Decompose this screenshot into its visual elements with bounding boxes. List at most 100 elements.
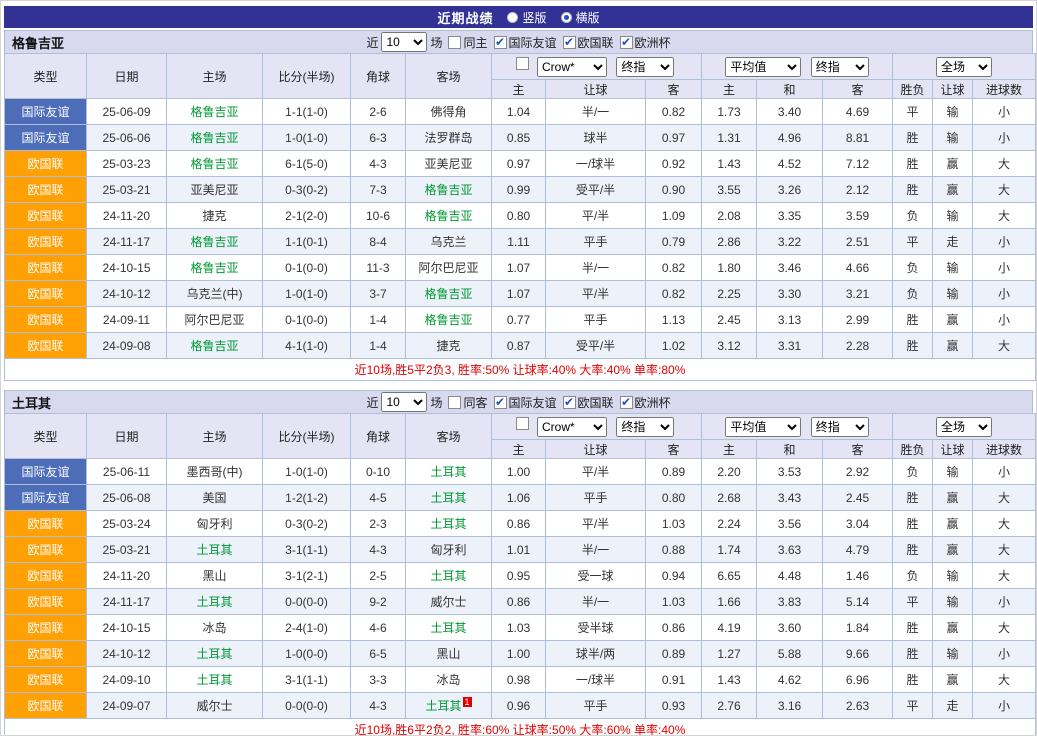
- final-europe-select[interactable]: 终指: [811, 57, 869, 77]
- checkbox-icon[interactable]: [563, 36, 576, 49]
- result-group: 全场: [893, 54, 1036, 80]
- summary-row: 近10场,胜6平2负2, 胜率:60% 让球率:50% 大率:60% 单率:40…: [5, 719, 1036, 736]
- handicap-line: 球半/两: [546, 641, 646, 667]
- goals-result: 小: [973, 255, 1036, 281]
- score: 4-1(1-0): [263, 333, 351, 359]
- handicap-result: 走: [933, 693, 973, 719]
- highlighted-team: 土耳其: [430, 569, 466, 583]
- handicap-away-odds: 0.89: [646, 459, 702, 485]
- goals-result: 大: [973, 177, 1036, 203]
- highlighted-team: 土耳其: [425, 699, 461, 713]
- match-count-select[interactable]: 10: [381, 392, 427, 412]
- checkbox-icon[interactable]: [494, 396, 507, 409]
- match-result: 胜: [893, 511, 933, 537]
- odds-column-checkbox[interactable]: [516, 417, 529, 430]
- radio-icon[interactable]: [507, 12, 518, 23]
- euro-away-odds: 3.59: [823, 203, 893, 229]
- col-home: 主场: [167, 54, 263, 99]
- score: 3-1(2-1): [263, 563, 351, 589]
- match-scope-select[interactable]: 全场: [936, 417, 992, 437]
- filter-same-venue[interactable]: 同客: [448, 394, 487, 411]
- match-row: 欧国联24-11-20捷克2-1(2-0)10-6格鲁吉亚0.80平/半1.09…: [5, 203, 1036, 229]
- filter-nations-league[interactable]: 欧国联: [563, 34, 614, 51]
- match-date: 25-06-06: [87, 125, 167, 151]
- col-result: 胜负: [893, 440, 933, 459]
- filter-euro[interactable]: 欧洲杯: [620, 394, 671, 411]
- home-team: 美国: [167, 485, 263, 511]
- bookmaker-select[interactable]: Crow*: [537, 417, 607, 437]
- corner-score: 6-3: [351, 125, 406, 151]
- checkbox-icon[interactable]: [620, 36, 633, 49]
- league-badge: 欧国联: [5, 203, 87, 229]
- highlighted-team: 格鲁吉亚: [190, 339, 238, 353]
- checkbox-icon[interactable]: [448, 396, 461, 409]
- filter-bar: 近 10 场 同客 国际友谊 欧国联 欧洲杯: [366, 392, 670, 412]
- checkbox-icon[interactable]: [563, 396, 576, 409]
- handicap-home-odds: 1.07: [492, 255, 546, 281]
- highlighted-team: 格鲁吉亚: [190, 157, 238, 171]
- average-odds-select[interactable]: 平均值: [725, 417, 801, 437]
- away-team: 乌克兰: [406, 229, 492, 255]
- home-team: 格鲁吉亚: [167, 125, 263, 151]
- euro-home-odds: 1.43: [702, 667, 757, 693]
- odds-column-checkbox[interactable]: [516, 57, 529, 70]
- final-europe-select[interactable]: 终指: [811, 417, 869, 437]
- page-title: 近期战绩: [437, 8, 493, 27]
- corner-score: 4-3: [351, 537, 406, 563]
- match-date: 25-03-21: [87, 177, 167, 203]
- euro-home-odds: 2.24: [702, 511, 757, 537]
- league-badge: 欧国联: [5, 667, 87, 693]
- corner-score: 1-4: [351, 307, 406, 333]
- final-odds-select[interactable]: 终指: [616, 417, 674, 437]
- handicap-result: 赢: [933, 667, 973, 693]
- match-row: 欧国联24-09-07威尔士0-0(0-0)4-3土耳其10.96平手0.932…: [5, 693, 1036, 719]
- average-odds-select[interactable]: 平均值: [725, 57, 801, 77]
- radio-icon[interactable]: [561, 12, 572, 23]
- goals-result: 小: [973, 281, 1036, 307]
- handicap-line: 平手: [546, 229, 646, 255]
- filter-label: 国际友谊: [509, 394, 557, 411]
- filter-same-venue[interactable]: 同主: [448, 34, 487, 51]
- filter-euro[interactable]: 欧洲杯: [620, 34, 671, 51]
- highlighted-team: 土耳其: [196, 647, 232, 661]
- col-score: 比分(半场): [263, 54, 351, 99]
- europe-odds-group: 平均值 终指: [702, 54, 893, 80]
- match-date: 24-10-12: [87, 281, 167, 307]
- filter-friendly[interactable]: 国际友谊: [494, 34, 557, 51]
- euro-home-odds: 4.19: [702, 615, 757, 641]
- handicap-result: 输: [933, 203, 973, 229]
- match-scope-select[interactable]: 全场: [936, 57, 992, 77]
- checkbox-icon[interactable]: [494, 36, 507, 49]
- handicap-away-odds: 0.88: [646, 537, 702, 563]
- filter-nations-league[interactable]: 欧国联: [563, 394, 614, 411]
- final-odds-select[interactable]: 终指: [616, 57, 674, 77]
- highlighted-team: 格鲁吉亚: [424, 313, 472, 327]
- checkbox-icon[interactable]: [620, 396, 633, 409]
- home-team: 格鲁吉亚: [167, 151, 263, 177]
- checkbox-icon[interactable]: [448, 36, 461, 49]
- bookmaker-select[interactable]: Crow*: [537, 57, 607, 77]
- handicap-result: 赢: [933, 537, 973, 563]
- match-row: 欧国联24-10-12土耳其1-0(0-0)6-5黑山1.00球半/两0.891…: [5, 641, 1036, 667]
- layout-option-vertical[interactable]: 竖版: [507, 9, 546, 26]
- euro-home-odds: 1.73: [702, 99, 757, 125]
- match-row: 国际友谊25-06-11墨西哥(中)1-0(1-0)0-10土耳其1.00平/半…: [5, 459, 1036, 485]
- filter-friendly[interactable]: 国际友谊: [494, 394, 557, 411]
- col-euro-away: 客: [823, 440, 893, 459]
- handicap-away-odds: 0.79: [646, 229, 702, 255]
- highlighted-team: 土耳其: [430, 491, 466, 505]
- goals-result: 大: [973, 485, 1036, 511]
- handicap-line: 受平/半: [546, 177, 646, 203]
- away-team: 土耳其: [406, 563, 492, 589]
- match-count-select[interactable]: 10: [381, 32, 427, 52]
- highlighted-team: 土耳其: [430, 517, 466, 531]
- handicap-home-odds: 0.95: [492, 563, 546, 589]
- match-date: 25-03-21: [87, 537, 167, 563]
- layout-option-horizontal[interactable]: 横版: [561, 9, 600, 26]
- filter-label: 欧洲杯: [635, 394, 671, 411]
- highlighted-team: 土耳其: [196, 673, 232, 687]
- col-handicap-home: 主: [492, 80, 546, 99]
- euro-home-odds: 2.20: [702, 459, 757, 485]
- match-result: 胜: [893, 615, 933, 641]
- match-result: 胜: [893, 307, 933, 333]
